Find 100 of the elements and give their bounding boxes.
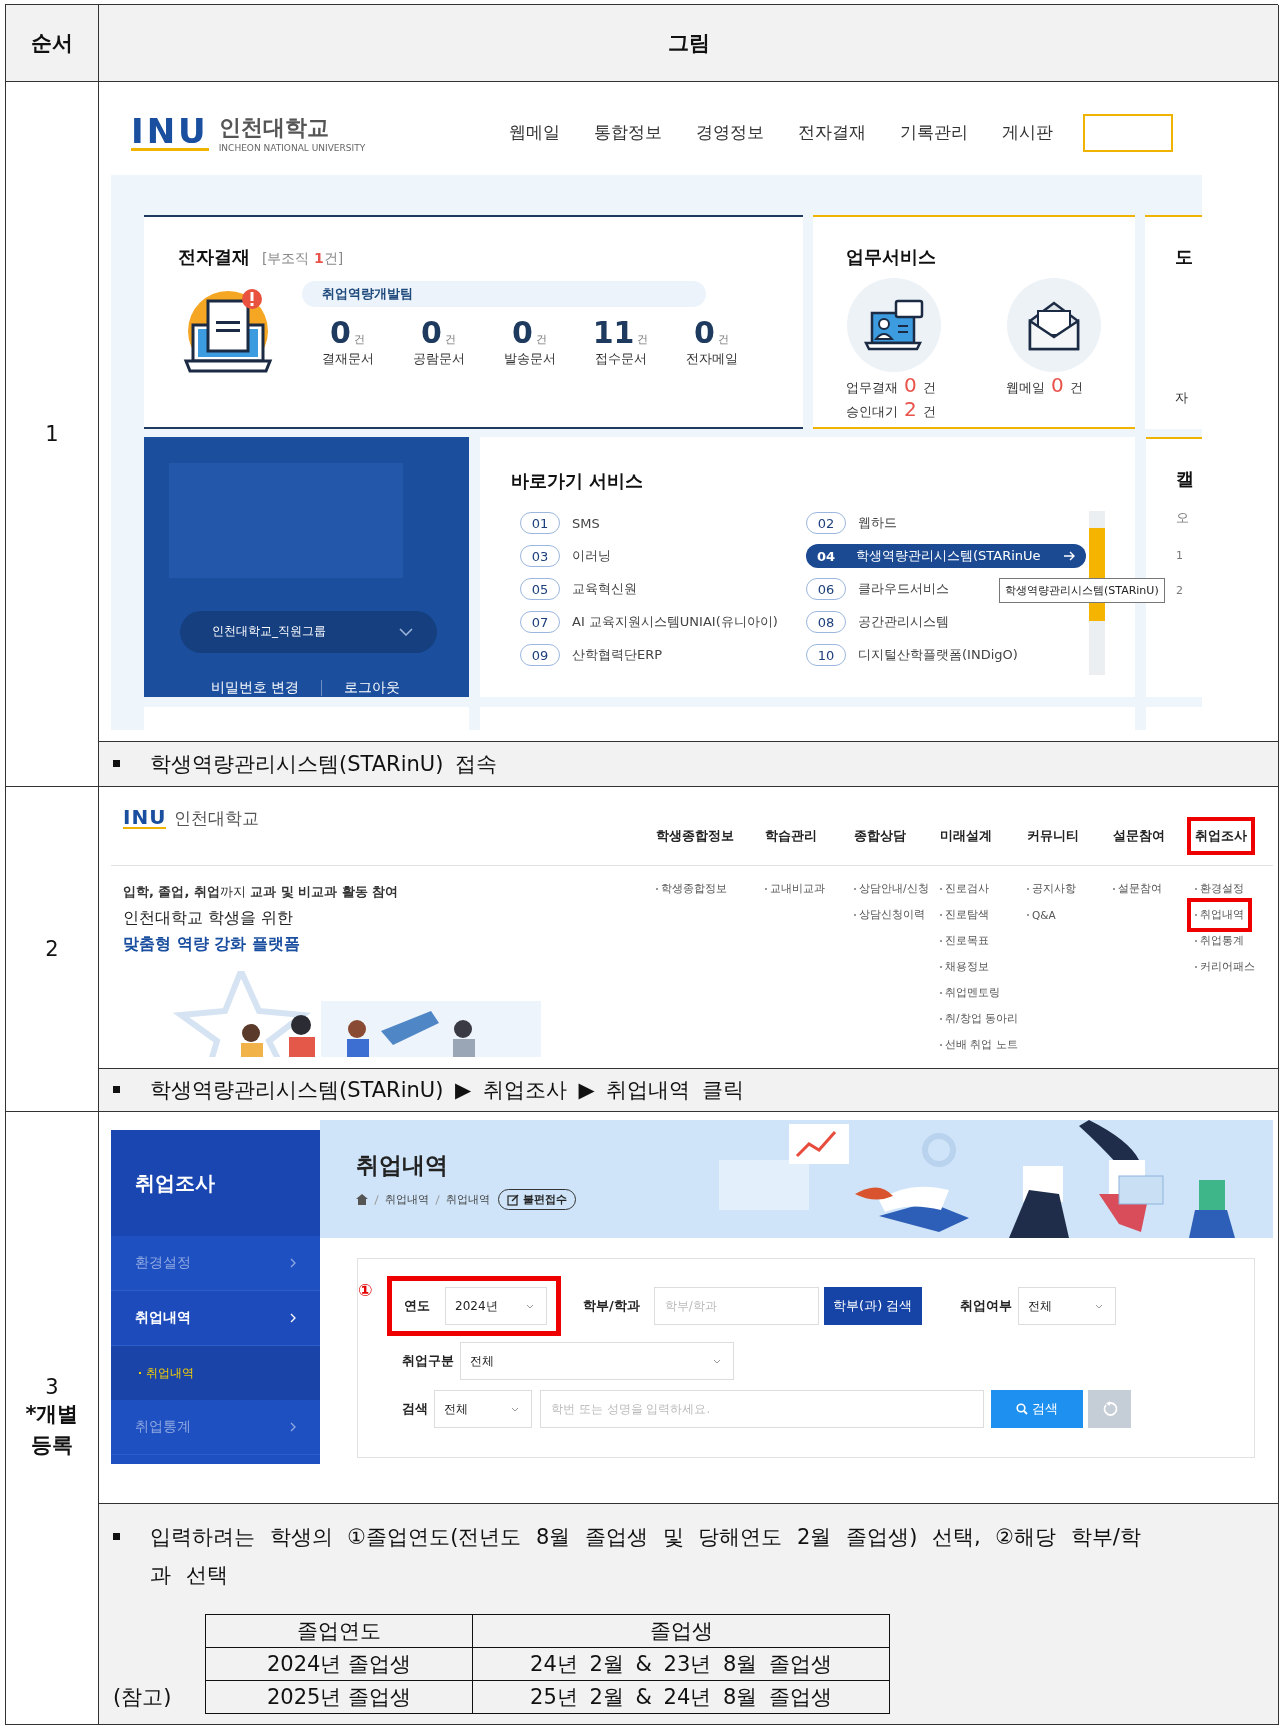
- stat-unit: 건: [922, 379, 936, 397]
- stat-unit: 건: [1069, 379, 1083, 397]
- count-unit: 건: [717, 332, 729, 347]
- stat-value: 0: [1051, 373, 1064, 397]
- count-label[interactable]: 결재문서: [321, 350, 374, 368]
- profile-link[interactable]: 비밀번호 변경: [211, 679, 300, 697]
- caption-text: 학생역량관리시스템(STARinU) 접속: [150, 751, 498, 778]
- menu-tab[interactable]: 미래설계: [932, 817, 1000, 855]
- shortcut-link[interactable]: 08 공간관리시스템: [806, 610, 1092, 634]
- search-icon: [1016, 1403, 1028, 1415]
- breadcrumb-link[interactable]: 취업내역: [385, 1192, 429, 1207]
- chevron-right-icon: [290, 1258, 296, 1268]
- caption-text: 입력하려는 학생의 ①졸업연도(전년도 8월 졸업생 및 당해연도 2월 졸업생) 선택, ②해당 학부/학과 선택: [150, 1524, 1142, 1589]
- submenu-link[interactable]: 취업멘토링: [932, 980, 1008, 1006]
- submenu-link[interactable]: 학생종합정보: [648, 876, 735, 902]
- nav-link[interactable]: 통합정보: [594, 121, 662, 144]
- category-select[interactable]: 전체: [460, 1342, 734, 1380]
- employment-select[interactable]: 전체: [1017, 1287, 1116, 1325]
- count-label[interactable]: 발송문서: [503, 350, 556, 368]
- reset-icon: [1101, 1401, 1118, 1417]
- nav-link[interactable]: 전자결재: [798, 121, 866, 144]
- count-value: 0: [512, 315, 533, 350]
- sidebar-title: 취업조사: [135, 1169, 215, 1197]
- logo-name: 인천대학교: [218, 113, 330, 142]
- field-label: 취업여부: [959, 1297, 1012, 1315]
- menu-tab[interactable]: 커뮤니티: [1019, 817, 1087, 855]
- nav-link[interactable]: 기록관리: [900, 121, 968, 144]
- nav-link[interactable]: 경영정보: [696, 121, 764, 144]
- step-number: 1: [45, 422, 59, 446]
- count-unit: 건: [535, 332, 547, 347]
- submenu-link[interactable]: 취업내역: [1187, 898, 1252, 932]
- count-unit: 건: [353, 332, 365, 347]
- submenu-link[interactable]: 취/창업 동아리: [932, 1006, 1026, 1032]
- step-note: *개별 등록: [24, 1400, 80, 1459]
- nav-link[interactable]: 웹메일: [509, 121, 560, 144]
- column-header: 순서: [6, 5, 99, 82]
- menu-tab[interactable]: 설문참여: [1105, 817, 1173, 855]
- submenu-link[interactable]: 채용정보: [932, 954, 997, 980]
- count-value: 0: [421, 315, 442, 350]
- shortcut-link[interactable]: 07 AI 교육지원시스템UNIAI(유니아이): [520, 610, 806, 634]
- logo-subtitle: INCHEON NATIONAL UNIVERSITY: [218, 142, 366, 153]
- bullet-icon: [113, 1086, 120, 1093]
- caption-text: 학생역량관리시스템(STARinU) ▶ 취업조사 ▶ 취업내역 클릭: [150, 1077, 745, 1104]
- field-label: 연도: [404, 1297, 430, 1315]
- menu-tab[interactable]: 학생종합정보: [648, 817, 742, 855]
- submenu-link[interactable]: 진로목표: [932, 928, 997, 954]
- submenu-link[interactable]: Q&A: [1019, 902, 1064, 928]
- calendar-number: 1: [1176, 549, 1184, 562]
- stat-label: 승인대기: [846, 403, 898, 421]
- search-field[interactable]: 학번 또는 성명을 입력하세요.: [540, 1390, 984, 1428]
- count-label[interactable]: 접수문서: [594, 350, 647, 368]
- shortcut-link[interactable]: 05 교육혁신원: [520, 577, 806, 601]
- card-title: 바로가기 서비스: [511, 470, 644, 491]
- department-search-button[interactable]: 학부(과) 검색: [823, 1287, 922, 1325]
- menu-tab[interactable]: 종합상담: [846, 817, 914, 855]
- shortcut-link[interactable]: 03 이러닝: [520, 544, 806, 568]
- shortcut-link[interactable]: 02 웹하드: [806, 511, 1092, 535]
- submenu-link[interactable]: 상담신청이력: [846, 902, 933, 928]
- year-select[interactable]: 2024년: [445, 1287, 547, 1325]
- step-marker: ①: [358, 1280, 374, 1300]
- card-label: 자: [1175, 389, 1189, 407]
- search-field[interactable]: [1083, 113, 1173, 152]
- nav-link[interactable]: 게시판: [1002, 121, 1053, 144]
- scope-select[interactable]: 전체: [434, 1390, 532, 1428]
- menu-tab[interactable]: 취업조사: [1187, 817, 1255, 855]
- table-header: 졸업생: [472, 1614, 890, 1648]
- profile-link[interactable]: 로그아웃: [344, 679, 401, 697]
- table-cell: 2025년 졸업생: [205, 1680, 473, 1714]
- chevron-right-icon: [290, 1422, 296, 1432]
- page-title: 취업내역: [356, 1151, 449, 1180]
- count-unit: 건: [637, 332, 649, 347]
- shortcut-link[interactable]: 10 디지털산학플랫폼(INDigO): [806, 643, 1092, 667]
- shortcut-link[interactable]: 09 산학협력단ERP: [520, 643, 806, 667]
- submenu-link[interactable]: 교내비교과: [757, 876, 833, 902]
- home-icon[interactable]: [356, 1194, 368, 1205]
- subtitle: 인천대학교 학생을 위한: [123, 907, 295, 929]
- shortcut-link[interactable]: 04 학생역량관리시스템(STARinUe: [806, 544, 1086, 568]
- sidebar-item[interactable]: 취업내역: [111, 1291, 320, 1346]
- submenu-link[interactable]: 선배 취업 노트: [932, 1032, 1026, 1057]
- caret-icon: [1094, 1303, 1103, 1309]
- count-label[interactable]: 전자메일: [685, 350, 738, 368]
- logo-mark: INU: [131, 114, 209, 151]
- submenu-link[interactable]: 진로탐색: [932, 902, 997, 928]
- group-select[interactable]: 인천대학교_직원그룹: [180, 610, 437, 653]
- department-field[interactable]: 학부/학과: [653, 1287, 819, 1325]
- menu-tab[interactable]: 학습관리: [757, 817, 825, 855]
- laptop-person-icon[interactable]: [846, 277, 942, 373]
- field-label: 학부/학과: [583, 1297, 640, 1315]
- submenu-link[interactable]: 설문참여: [1105, 876, 1170, 902]
- submenu-link[interactable]: 커리어패스: [1187, 954, 1263, 980]
- sidebar-subitem[interactable]: 취업내역: [111, 1346, 320, 1400]
- count-value: 0: [694, 315, 715, 350]
- table-cell: 24년 2월 & 23년 8월 졸업생: [472, 1647, 890, 1681]
- count-value: 11: [592, 315, 635, 350]
- count-label[interactable]: 공람문서: [412, 350, 465, 368]
- shortcut-link[interactable]: 01 SMS: [520, 511, 806, 535]
- submenu-link[interactable]: 공지사항: [1019, 876, 1084, 902]
- breadcrumb-link[interactable]: 취업내역: [446, 1192, 490, 1207]
- field-label: 취업구분: [402, 1352, 454, 1370]
- envelope-icon[interactable]: [1006, 277, 1102, 373]
